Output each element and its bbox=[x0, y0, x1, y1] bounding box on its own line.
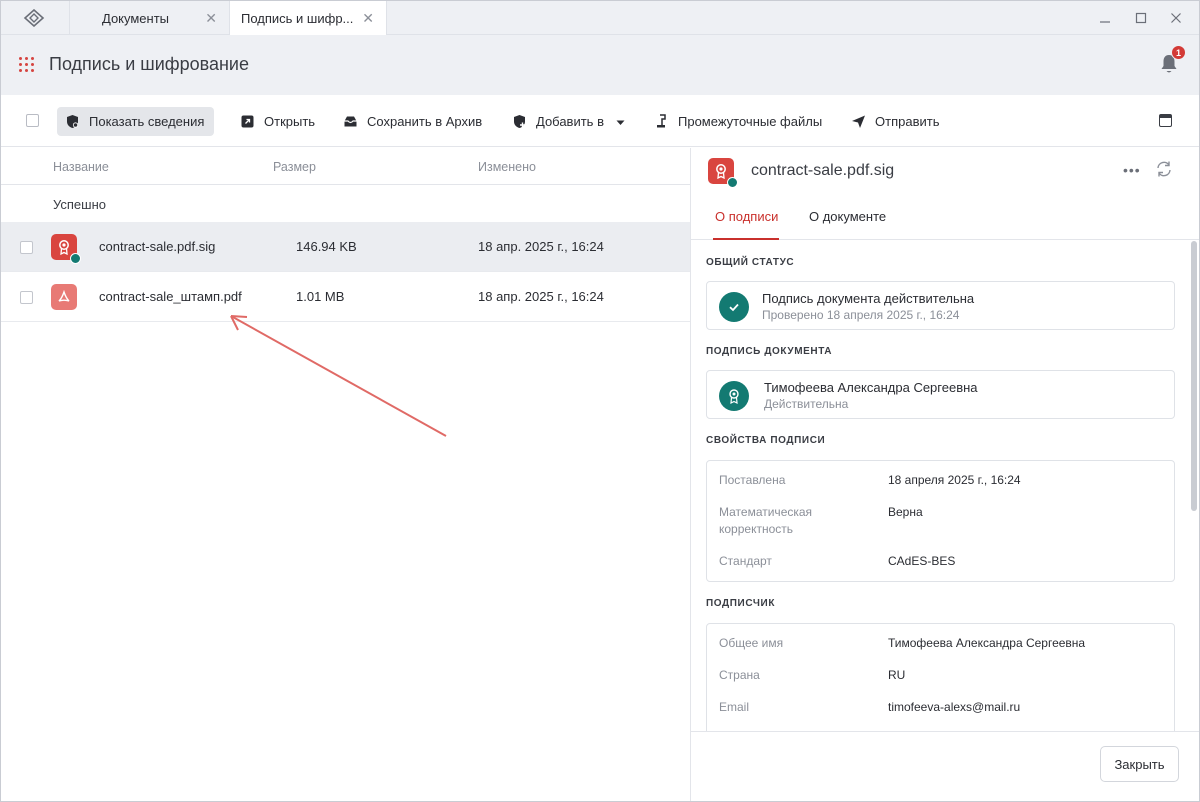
select-all-checkbox[interactable] bbox=[26, 114, 39, 127]
property-value: Тимофеева Александра Сергеевна bbox=[888, 636, 1086, 650]
save-archive-label: Сохранить в Архив bbox=[367, 114, 483, 129]
intermediate-files-button[interactable]: Промежуточные файлы bbox=[646, 107, 832, 136]
app-header: Подпись и шифрование 1 bbox=[1, 35, 1199, 95]
tab-sign-encrypt-label: Подпись и шифр... bbox=[241, 10, 354, 26]
file-size: 146.94 KB bbox=[296, 239, 357, 254]
tab-documents-label: Документы bbox=[102, 10, 170, 26]
signature-card[interactable]: Тимофеева Александра Сергеевна Действите… bbox=[706, 370, 1175, 419]
show-details-label: Показать сведения bbox=[89, 114, 205, 129]
signature-file-icon bbox=[708, 158, 738, 188]
show-details-button[interactable]: Показать сведения bbox=[57, 107, 215, 136]
close-icon[interactable]: ✕ bbox=[205, 10, 217, 27]
general-status-heading: ОБЩИЙ СТАТУС bbox=[706, 257, 795, 268]
intermediate-file-icon bbox=[654, 114, 669, 129]
shield-add-icon bbox=[512, 114, 527, 129]
title-bar: Документы ✕ Подпись и шифр... ✕ bbox=[1, 1, 1199, 35]
status-checked-time: Проверено 18 апреля 2025 г., 16:24 bbox=[762, 308, 960, 322]
property-value: 18 апреля 2025 г., 16:24 bbox=[888, 473, 1021, 487]
file-modified: 18 апр. 2025 г., 16:24 bbox=[478, 239, 604, 254]
file-name: contract-sale_штамп.pdf bbox=[99, 289, 242, 304]
add-to-label: Добавить в bbox=[536, 114, 604, 129]
property-value: RU bbox=[888, 668, 906, 682]
group-label: Успешно bbox=[53, 197, 106, 212]
toggle-panel-icon[interactable] bbox=[1159, 114, 1172, 127]
app-logo-icon bbox=[23, 9, 45, 27]
column-size[interactable]: Размер bbox=[273, 160, 316, 174]
certificate-icon bbox=[719, 381, 749, 411]
save-archive-button[interactable]: Сохранить в Архив bbox=[335, 107, 492, 136]
file-modified: 18 апр. 2025 г., 16:24 bbox=[478, 289, 604, 304]
page-title: Подпись и шифрование bbox=[49, 54, 249, 74]
more-options-icon[interactable]: ••• bbox=[1123, 162, 1141, 178]
maximize-window-icon[interactable] bbox=[1129, 8, 1153, 28]
table-row[interactable]: contract-sale.pdf.sig 146.94 KB 18 апр. … bbox=[1, 222, 690, 272]
row-checkbox[interactable] bbox=[20, 291, 33, 304]
send-button[interactable]: Отправить bbox=[843, 107, 949, 136]
file-size: 1.01 MB bbox=[296, 289, 345, 304]
toolbar: Показать сведения Открыть Сохранить в Ар… bbox=[1, 95, 1199, 147]
verified-badge-icon bbox=[727, 177, 738, 188]
signature-validity: Действительна bbox=[764, 397, 849, 411]
property-key: Email bbox=[719, 700, 750, 714]
signer-name: Тимофеева Александра Сергеевна bbox=[764, 380, 978, 395]
property-value: timofeeva-alexs@mail.ru bbox=[888, 700, 1021, 714]
property-key: Общее имя bbox=[719, 636, 784, 650]
add-to-dropdown[interactable]: Добавить в bbox=[504, 107, 635, 136]
details-scroll-area[interactable]: ОБЩИЙ СТАТУС Подпись документа действите… bbox=[691, 241, 1188, 731]
document-signature-heading: ПОДПИСЬ ДОКУМЕНТА bbox=[706, 346, 833, 357]
send-label: Отправить bbox=[875, 114, 940, 129]
tab-about-signature[interactable]: О подписи bbox=[715, 209, 778, 224]
open-external-icon bbox=[240, 114, 255, 129]
column-name[interactable]: Название bbox=[53, 160, 109, 174]
chevron-down-icon bbox=[616, 114, 625, 129]
signature-properties-heading: СВОЙСТВА ПОДПИСИ bbox=[706, 435, 826, 446]
app-window: Документы ✕ Подпись и шифр... ✕ Подпись … bbox=[0, 0, 1200, 802]
property-key: Страна bbox=[719, 668, 760, 682]
details-title: contract-sale.pdf.sig bbox=[751, 162, 895, 179]
archive-icon bbox=[343, 114, 358, 129]
send-icon bbox=[851, 114, 866, 129]
intermediate-files-label: Промежуточные файлы bbox=[678, 114, 823, 129]
details-footer: Закрыть bbox=[691, 731, 1199, 801]
check-circle-icon bbox=[719, 292, 749, 322]
signer-heading: ПОДПИСЧИК bbox=[706, 598, 776, 609]
verified-badge-icon bbox=[70, 253, 81, 264]
property-key: корректность bbox=[719, 522, 794, 536]
tab-documents[interactable]: Документы ✕ bbox=[69, 1, 229, 35]
property-key: Математическая bbox=[719, 505, 813, 519]
details-panel: contract-sale.pdf.sig ••• О подписи О до… bbox=[690, 148, 1199, 801]
close-icon[interactable]: ✕ bbox=[362, 10, 374, 27]
notification-badge: 1 bbox=[1171, 45, 1186, 60]
open-label: Открыть bbox=[264, 114, 316, 129]
refresh-icon[interactable] bbox=[1155, 160, 1173, 178]
row-checkbox[interactable] bbox=[20, 241, 33, 254]
tab-sign-encrypt[interactable]: Подпись и шифр... ✕ bbox=[229, 1, 387, 35]
tab-about-document[interactable]: О документе bbox=[809, 209, 886, 224]
property-value: CAdES-BES bbox=[888, 554, 956, 568]
close-button[interactable]: Закрыть bbox=[1100, 746, 1179, 782]
details-scrollbar[interactable] bbox=[1191, 241, 1197, 511]
apps-grid-icon[interactable] bbox=[19, 57, 34, 72]
pdf-file-icon bbox=[51, 284, 77, 310]
minimize-window-icon[interactable] bbox=[1093, 8, 1117, 28]
property-key: Поставлена bbox=[719, 473, 786, 487]
general-status-card: Подпись документа действительна Проверен… bbox=[706, 281, 1175, 330]
signature-file-icon bbox=[51, 234, 81, 264]
property-value: Верна bbox=[888, 505, 923, 519]
list-header: Название Размер Изменено bbox=[1, 148, 690, 185]
active-tab-indicator bbox=[713, 238, 779, 240]
close-window-icon[interactable] bbox=[1164, 8, 1188, 28]
signer-card: Общее имя Тимофеева Александра Сергеевна… bbox=[706, 623, 1175, 731]
file-name: contract-sale.pdf.sig bbox=[99, 239, 216, 254]
column-modified[interactable]: Изменено bbox=[478, 160, 536, 174]
signature-properties-card: Поставлена 18 апреля 2025 г., 16:24 Мате… bbox=[706, 460, 1175, 582]
file-list: Название Размер Изменено Успешно contrac… bbox=[1, 148, 690, 801]
shield-info-icon bbox=[65, 114, 80, 129]
annotation-arrow-icon bbox=[230, 315, 447, 437]
open-button[interactable]: Открыть bbox=[232, 107, 325, 136]
status-text: Подпись документа действительна bbox=[762, 291, 975, 306]
property-key: Стандарт bbox=[719, 554, 772, 568]
details-tabs: О подписи О документе bbox=[691, 196, 1199, 240]
